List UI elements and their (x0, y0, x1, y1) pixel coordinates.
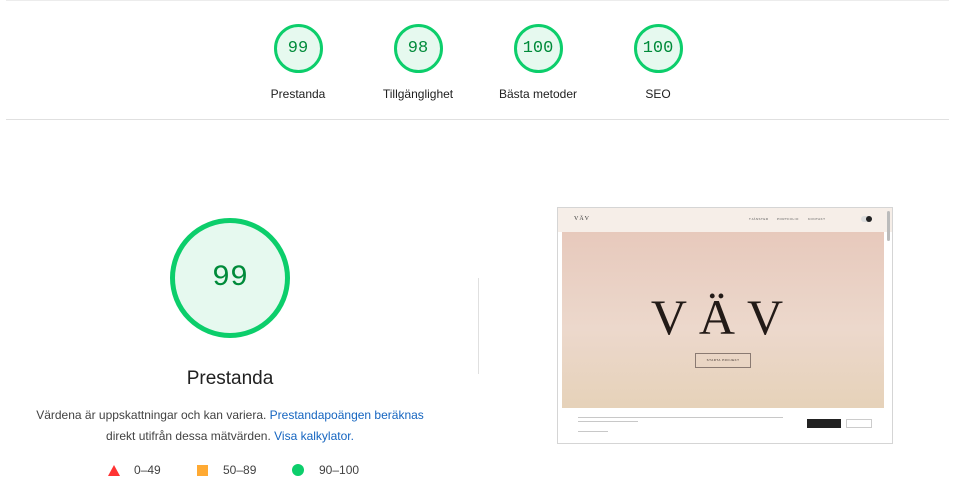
thumbnail-cookie-banner (562, 410, 884, 440)
thumbnail-scrollbar (887, 211, 890, 241)
description-text-1: Värdena är uppskattningar och kan varier… (36, 408, 267, 422)
thumbnail-logo: VÄV (574, 216, 590, 222)
gauge-accessibility-label: Tillgänglighet (382, 87, 454, 101)
thumbnail-nav-item: KONTAKT (808, 217, 826, 221)
performance-gauge: 99 (170, 218, 290, 338)
gauge-seo-label: SEO (645, 87, 671, 101)
thumbnail-accept-button (807, 419, 841, 428)
thumbnail-cookie-link (578, 431, 608, 432)
thumbnail-nav-item: TJÄNSTER (749, 217, 769, 221)
legend-pass-label: 90–100 (319, 463, 360, 477)
performance-title: Prestanda (186, 368, 274, 389)
page-screenshot-thumbnail[interactable]: VÄV TJÄNSTER PORTFOLIO KONTAKT VÄV START… (557, 207, 893, 444)
score-calculation-link[interactable]: Prestandapoängen beräknas (270, 408, 424, 422)
thumbnail-cookie-text-lines (578, 415, 788, 422)
gauge-best-practices[interactable]: 100 Bästa metoder (478, 24, 598, 101)
legend-average-label: 50–89 (223, 463, 257, 477)
gauge-accessibility-score: 98 (393, 24, 443, 73)
gauge-seo[interactable]: 100 SEO (598, 24, 718, 101)
gauge-best-practices-label: Bästa metoder (498, 87, 578, 101)
performance-description: Värdena är uppskattningar och kan varier… (30, 405, 430, 447)
legend-fail-label: 0–49 (134, 463, 161, 477)
gauge-performance-label: Prestanda (270, 87, 326, 101)
gauge-performance[interactable]: 99 Prestanda (238, 24, 358, 101)
performance-score: 99 (211, 261, 248, 295)
top-border (6, 0, 949, 1)
circle-icon (292, 464, 304, 476)
triangle-icon (108, 465, 120, 476)
thumbnail-decline-button (846, 419, 872, 428)
gauge-performance-score: 99 (273, 24, 323, 73)
section-divider (6, 119, 949, 120)
thumbnail-navbar: VÄV TJÄNSTER PORTFOLIO KONTAKT (558, 208, 892, 232)
thumbnail-hero-title: VÄV (650, 289, 796, 345)
thumbnail-nav-item: PORTFOLIO (777, 217, 799, 221)
thumbnail-hero: VÄV STARTA PROJEKT (562, 232, 884, 408)
gauge-best-practices-score: 100 (513, 24, 563, 73)
score-summary: 99 Prestanda 98 Tillgänglighet 100 Bästa… (0, 24, 955, 114)
thumbnail-toggle-icon (861, 216, 872, 222)
square-icon (197, 465, 208, 476)
description-text-2: direkt utifrån dessa mätvärden. (106, 429, 271, 443)
vertical-divider (478, 278, 479, 374)
thumbnail-hero-button: STARTA PROJEKT (695, 353, 751, 368)
gauge-seo-score: 100 (633, 24, 683, 73)
calculator-link[interactable]: Visa kalkylator. (274, 429, 354, 443)
gauge-accessibility[interactable]: 98 Tillgänglighet (358, 24, 478, 101)
